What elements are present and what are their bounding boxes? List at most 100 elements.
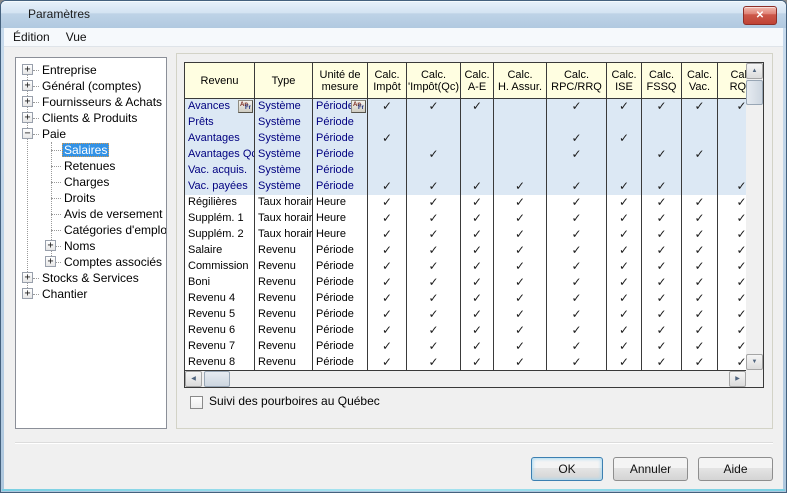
cell-calc-impot[interactable]: ✓ bbox=[368, 259, 407, 275]
tree-item-label[interactable]: Retenues bbox=[62, 159, 117, 173]
table-row[interactable]: PrêtsAnFr Système PériodeAnFr bbox=[185, 115, 763, 131]
cell-revenu[interactable]: Supplém. 1AnFr bbox=[185, 211, 255, 227]
cell-type[interactable]: Système bbox=[255, 179, 313, 195]
table-row[interactable]: Vac. payéesAnFr Système PériodeAnFr ✓ ✓ … bbox=[185, 179, 763, 195]
tree-expander-icon[interactable]: + bbox=[22, 288, 33, 299]
cell-calc-impot[interactable]: ✓ bbox=[368, 355, 407, 371]
scroll-left-button[interactable]: ◀ bbox=[185, 371, 202, 387]
cell-calc-ae[interactable]: ✓ bbox=[461, 243, 494, 259]
table-row[interactable]: CommissionAnFr Revenu PériodeAnFr ✓ ✓ ✓ … bbox=[185, 259, 763, 275]
cell-calc-rpc-rrq[interactable] bbox=[547, 115, 607, 131]
table-row[interactable]: BoniAnFr Revenu PériodeAnFr ✓ ✓ ✓ ✓ ✓ ✓ … bbox=[185, 275, 763, 291]
cell-calc-ise[interactable]: ✓ bbox=[607, 211, 642, 227]
cell-calc-ae[interactable] bbox=[461, 163, 494, 179]
cell-type[interactable]: Revenu bbox=[255, 323, 313, 339]
cell-calc-vac[interactable]: ✓ bbox=[682, 243, 718, 259]
cell-calc-h-assur[interactable]: ✓ bbox=[494, 275, 547, 291]
cell-calc-vac[interactable] bbox=[682, 179, 718, 195]
cell-calc-impot[interactable]: ✓ bbox=[368, 323, 407, 339]
cell-calc-impot-qc[interactable]: ✓ bbox=[407, 307, 461, 323]
cell-calc-impot-qc[interactable]: ✓ bbox=[407, 339, 461, 355]
cell-calc-impot-qc[interactable]: ✓ bbox=[407, 211, 461, 227]
tree-expander-icon[interactable]: + bbox=[45, 256, 56, 267]
cell-calc-h-assur[interactable] bbox=[494, 131, 547, 147]
tree-item-label[interactable]: Salaires bbox=[62, 143, 109, 157]
cell-unite[interactable]: PériodeAnFr bbox=[313, 131, 368, 147]
cell-type[interactable]: Revenu bbox=[255, 243, 313, 259]
cell-calc-ise[interactable]: ✓ bbox=[607, 275, 642, 291]
cell-calc-fssq[interactable]: ✓ bbox=[642, 99, 682, 115]
cell-calc-vac[interactable] bbox=[682, 115, 718, 131]
cell-unite[interactable]: PériodeAnFr bbox=[313, 163, 368, 179]
cell-calc-fssq[interactable]: ✓ bbox=[642, 291, 682, 307]
cell-calc-ise[interactable] bbox=[607, 115, 642, 131]
cell-calc-impot-qc[interactable]: ✓ bbox=[407, 227, 461, 243]
cell-calc-ae[interactable] bbox=[461, 147, 494, 163]
cell-calc-impot[interactable]: ✓ bbox=[368, 99, 407, 115]
cell-unite[interactable]: PériodeAnFr bbox=[313, 259, 368, 275]
cell-calc-vac[interactable]: ✓ bbox=[682, 147, 718, 163]
cell-calc-ae[interactable]: ✓ bbox=[461, 307, 494, 323]
cell-revenu[interactable]: Revenu 6AnFr bbox=[185, 323, 255, 339]
tree-item-label[interactable]: Entreprise bbox=[40, 63, 99, 77]
cell-type[interactable]: Taux horaire bbox=[255, 227, 313, 243]
cell-calc-fssq[interactable]: ✓ bbox=[642, 147, 682, 163]
menu-item-vue[interactable]: Vue bbox=[59, 29, 94, 45]
cell-calc-impot-qc[interactable]: ✓ bbox=[407, 355, 461, 371]
cell-calc-rpc-rrq[interactable]: ✓ bbox=[547, 339, 607, 355]
tree-item[interactable]: + Entreprise bbox=[16, 62, 166, 78]
cell-calc-rpc-rrq[interactable]: ✓ bbox=[547, 99, 607, 115]
horizontal-scrollbar-thumb[interactable] bbox=[204, 371, 230, 387]
cell-calc-impot[interactable]: ✓ bbox=[368, 307, 407, 323]
tree-item[interactable]: Catégories d'emploi bbox=[16, 222, 166, 238]
table-row[interactable]: SalaireAnFr Revenu PériodeAnFr ✓ ✓ ✓ ✓ ✓… bbox=[185, 243, 763, 259]
cell-calc-impot[interactable]: ✓ bbox=[368, 227, 407, 243]
cell-calc-ae[interactable]: ✓ bbox=[461, 323, 494, 339]
cell-type[interactable]: Revenu bbox=[255, 259, 313, 275]
cell-calc-h-assur[interactable]: ✓ bbox=[494, 259, 547, 275]
cell-calc-fssq[interactable] bbox=[642, 131, 682, 147]
table-row[interactable]: Avantages QcAnFr Système PériodeAnFr ✓ ✓… bbox=[185, 147, 763, 163]
close-button[interactable]: ✕ bbox=[743, 6, 777, 25]
cell-calc-vac[interactable]: ✓ bbox=[682, 339, 718, 355]
cell-type[interactable]: Système bbox=[255, 115, 313, 131]
table-row[interactable]: Revenu 8AnFr Revenu PériodeAnFr ✓ ✓ ✓ ✓ … bbox=[185, 355, 763, 371]
cell-calc-h-assur[interactable]: ✓ bbox=[494, 243, 547, 259]
tree-item[interactable]: + Comptes associés bbox=[16, 254, 166, 270]
cell-calc-rpc-rrq[interactable]: ✓ bbox=[547, 211, 607, 227]
cell-calc-fssq[interactable]: ✓ bbox=[642, 355, 682, 371]
cell-unite[interactable]: PériodeAnFr bbox=[313, 275, 368, 291]
cell-calc-rpc-rrq[interactable]: ✓ bbox=[547, 275, 607, 291]
cell-calc-ae[interactable] bbox=[461, 131, 494, 147]
cell-calc-ise[interactable]: ✓ bbox=[607, 291, 642, 307]
tree-item[interactable]: Retenues bbox=[16, 158, 166, 174]
cell-revenu[interactable]: Revenu 4AnFr bbox=[185, 291, 255, 307]
cell-unite[interactable]: HeureAnFr bbox=[313, 195, 368, 211]
cell-calc-fssq[interactable]: ✓ bbox=[642, 243, 682, 259]
cell-calc-impot-qc[interactable]: ✓ bbox=[407, 243, 461, 259]
cell-calc-impot-qc[interactable]: ✓ bbox=[407, 195, 461, 211]
cell-calc-vac[interactable]: ✓ bbox=[682, 259, 718, 275]
cell-calc-ae[interactable]: ✓ bbox=[461, 99, 494, 115]
cell-calc-h-assur[interactable] bbox=[494, 115, 547, 131]
cell-unite[interactable]: HeureAnFr bbox=[313, 227, 368, 243]
cell-calc-ae[interactable]: ✓ bbox=[461, 227, 494, 243]
tree-item-label[interactable]: Général (comptes) bbox=[40, 79, 143, 93]
cell-type[interactable]: Système bbox=[255, 163, 313, 179]
tree-item-label[interactable]: Chantier bbox=[40, 287, 89, 301]
cell-revenu[interactable]: SalaireAnFr bbox=[185, 243, 255, 259]
cell-type[interactable]: Taux horaire bbox=[255, 211, 313, 227]
cell-unite[interactable]: PériodeAnFr bbox=[313, 179, 368, 195]
cell-calc-impot-qc[interactable]: ✓ bbox=[407, 259, 461, 275]
cell-calc-ise[interactable]: ✓ bbox=[607, 307, 642, 323]
cell-calc-impot[interactable]: ✓ bbox=[368, 179, 407, 195]
tree-item-label[interactable]: Charges bbox=[62, 175, 111, 189]
cell-calc-impot-qc[interactable]: ✓ bbox=[407, 291, 461, 307]
cell-calc-impot[interactable] bbox=[368, 163, 407, 179]
tree-item-label[interactable]: Droits bbox=[62, 191, 97, 205]
cell-calc-fssq[interactable]: ✓ bbox=[642, 195, 682, 211]
cell-calc-fssq[interactable]: ✓ bbox=[642, 179, 682, 195]
table-row[interactable]: Revenu 5AnFr Revenu PériodeAnFr ✓ ✓ ✓ ✓ … bbox=[185, 307, 763, 323]
cell-calc-ae[interactable]: ✓ bbox=[461, 275, 494, 291]
language-toggle-button[interactable]: AnFr bbox=[351, 100, 366, 113]
